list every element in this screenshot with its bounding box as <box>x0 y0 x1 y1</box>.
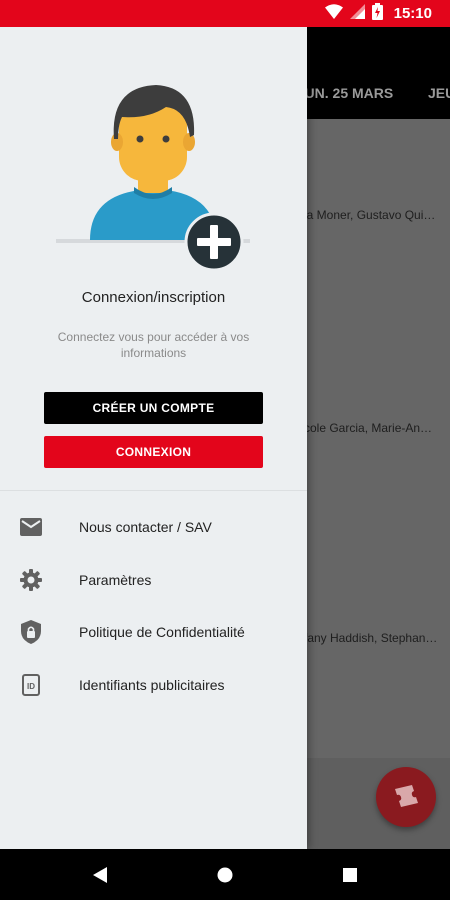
menu-item-privacy[interactable]: Politique de Confidentialité <box>0 608 307 656</box>
list-item-cast: la Moner, Gustavo Qui… <box>304 208 436 222</box>
ticket-fab-button[interactable] <box>376 767 436 827</box>
login-title: Connexion/inscription <box>81 289 226 306</box>
menu-item-ad-identifiers[interactable]: ID Identifiants publicitaires <box>0 661 307 709</box>
divider <box>0 490 307 491</box>
gear-icon <box>19 568 43 592</box>
menu-item-contact[interactable]: Nous contacter / SAV <box>0 503 307 551</box>
create-account-button[interactable]: CRÉER UN COMPTE <box>44 392 263 424</box>
signal-icon <box>349 3 365 24</box>
tab-lun-25-mars: LUN. 25 MARS <box>296 85 394 101</box>
menu-item-label: Identifiants publicitaires <box>79 677 225 693</box>
status-time: 15:10 <box>393 5 432 22</box>
home-icon[interactable] <box>214 864 236 886</box>
id-card-icon: ID <box>19 673 43 697</box>
login-button[interactable]: CONNEXION <box>44 436 263 468</box>
back-icon[interactable] <box>89 864 111 886</box>
user-avatar-add-icon[interactable] <box>56 77 250 297</box>
status-bar: 15:10 <box>0 0 450 27</box>
shield-lock-icon <box>19 620 43 644</box>
ticket-icon <box>392 783 420 812</box>
list-item-cast: cole Garcia, Marie-An… <box>304 421 433 435</box>
tab-jeu: JEU <box>428 85 450 101</box>
svg-text:ID: ID <box>27 682 35 691</box>
system-nav-bar <box>0 849 450 900</box>
mail-icon <box>19 515 43 539</box>
wifi-icon <box>324 3 343 24</box>
navigation-drawer: Connexion/inscription Connectez vous pou… <box>0 27 307 849</box>
menu-item-label: Politique de Confidentialité <box>79 624 245 640</box>
menu-item-settings[interactable]: Paramètres <box>0 556 307 604</box>
menu-item-label: Nous contacter / SAV <box>79 519 212 535</box>
menu-item-label: Paramètres <box>79 572 152 588</box>
login-subtitle: Connectez vous pour accéder à vos inform… <box>57 330 250 360</box>
recents-icon[interactable] <box>339 864 361 886</box>
list-item-cast: fany Haddish, Stephan… <box>304 631 438 645</box>
battery-icon <box>371 2 383 25</box>
